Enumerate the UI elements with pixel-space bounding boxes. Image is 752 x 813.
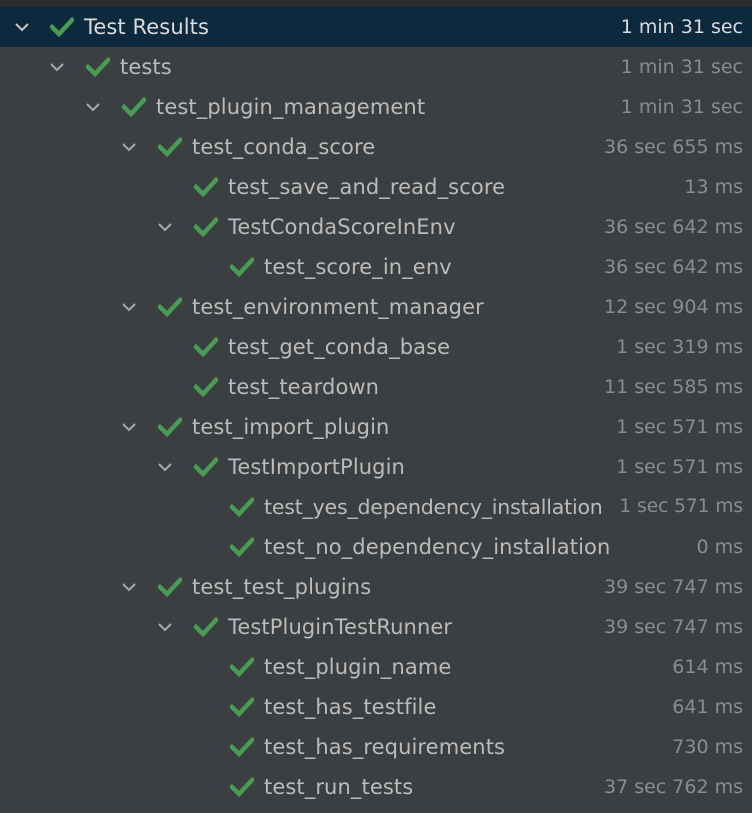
chevron-down-icon[interactable] <box>117 567 141 607</box>
chevron-down-icon[interactable] <box>117 287 141 327</box>
node-duration: 614 ms <box>672 656 743 678</box>
node-duration: 730 ms <box>672 736 743 758</box>
node-label: test_plugin_name <box>264 655 452 679</box>
tree-node-test-plugin-test-runner[interactable]: TestPluginTestRunner 39 sec 747 ms <box>0 607 752 647</box>
node-duration: 1 min 31 sec <box>620 56 743 78</box>
tree-node-test-results[interactable]: Test Results 1 min 31 sec <box>0 7 752 47</box>
node-label: test_environment_manager <box>192 295 484 319</box>
chevron-down-icon[interactable] <box>10 7 34 47</box>
check-icon <box>193 447 219 487</box>
tree-node-test-run-tests[interactable]: test_run_tests 37 sec 762 ms <box>0 767 752 807</box>
node-label: test_score_in_env <box>264 255 452 279</box>
node-label: test_get_conda_base <box>228 335 451 359</box>
check-icon <box>121 87 147 127</box>
test-results-tree: Test Results 1 min 31 sec tests 1 min 31… <box>0 0 752 813</box>
tree-node-test-conda-score-in-env[interactable]: TestCondaScoreInEnv 36 sec 642 ms <box>0 207 752 247</box>
node-duration: 36 sec 642 ms <box>603 256 743 278</box>
chevron-down-icon[interactable] <box>81 87 105 127</box>
node-duration: 37 sec 762 ms <box>603 776 743 798</box>
check-icon <box>229 487 255 527</box>
chevron-down-icon[interactable] <box>153 207 177 247</box>
node-label: test_test_plugins <box>192 575 372 599</box>
node-label: test_teardown <box>228 375 380 399</box>
tree-node-test-test-plugins[interactable]: test_test_plugins 39 sec 747 ms <box>0 567 752 607</box>
node-duration: 0 ms <box>696 536 743 558</box>
node-label: test_import_plugin <box>192 415 390 439</box>
check-icon <box>193 167 219 207</box>
check-icon <box>193 207 219 247</box>
tree-node-test-import-plugin-class[interactable]: TestImportPlugin 1 sec 571 ms <box>0 447 752 487</box>
tree-node-test-has-testfile[interactable]: test_has_testfile 641 ms <box>0 687 752 727</box>
check-icon <box>157 127 183 167</box>
node-duration: 13 ms <box>684 176 743 198</box>
node-label: test_no_dependency_installation <box>264 535 611 559</box>
check-icon <box>229 727 255 767</box>
node-duration: 36 sec 642 ms <box>603 216 743 238</box>
tree-node-test-no-dependency-installation[interactable]: test_no_dependency_installation 0 ms <box>0 527 752 567</box>
tree-node-test-yes-dependency-installation[interactable]: test_yes_dependency_installation 1 sec 5… <box>0 487 752 527</box>
tree-node-test-plugin-name[interactable]: test_plugin_name 614 ms <box>0 647 752 687</box>
check-icon <box>193 367 219 407</box>
node-duration: 1 sec 571 ms <box>616 456 743 478</box>
tree-node-test-teardown[interactable]: test_teardown 11 sec 585 ms <box>0 367 752 407</box>
node-duration: 36 sec 655 ms <box>603 136 743 158</box>
check-icon <box>157 567 183 607</box>
node-duration: 1 min 31 sec <box>620 96 743 118</box>
tree-node-test-environment-manager[interactable]: test_environment_manager 12 sec 904 ms <box>0 287 752 327</box>
node-duration: 39 sec 747 ms <box>603 576 743 598</box>
check-icon <box>157 407 183 447</box>
chevron-down-icon[interactable] <box>45 47 69 87</box>
check-icon <box>49 7 75 47</box>
check-icon <box>85 47 111 87</box>
node-duration: 1 min 31 sec <box>620 16 743 38</box>
tree-node-test-save-and-read-score[interactable]: test_save_and_read_score 13 ms <box>0 167 752 207</box>
node-label: tests <box>120 55 172 79</box>
node-duration: 11 sec 585 ms <box>603 376 743 398</box>
check-icon <box>193 327 219 367</box>
chevron-down-icon[interactable] <box>153 447 177 487</box>
chevron-down-icon[interactable] <box>153 607 177 647</box>
node-label: TestImportPlugin <box>228 455 405 479</box>
chevron-down-icon[interactable] <box>117 127 141 167</box>
node-label: test_has_requirements <box>264 735 506 759</box>
node-label: Test Results <box>84 15 210 39</box>
check-icon <box>157 287 183 327</box>
tree-node-test-get-conda-base[interactable]: test_get_conda_base 1 sec 319 ms <box>0 327 752 367</box>
node-label: test_save_and_read_score <box>228 175 506 199</box>
node-label: test_yes_dependency_installation <box>264 495 603 519</box>
check-icon <box>229 247 255 287</box>
tree-node-tests[interactable]: tests 1 min 31 sec <box>0 47 752 87</box>
check-icon <box>193 607 219 647</box>
node-duration: 1 sec 571 ms <box>616 416 743 438</box>
tree-node-test-score-in-env[interactable]: test_score_in_env 36 sec 642 ms <box>0 247 752 287</box>
check-icon <box>229 687 255 727</box>
node-label: TestCondaScoreInEnv <box>228 215 456 239</box>
tree-node-test-import-plugin[interactable]: test_import_plugin 1 sec 571 ms <box>0 407 752 447</box>
check-icon <box>229 527 255 567</box>
node-duration: 641 ms <box>672 696 743 718</box>
tree-node-test-has-requirements[interactable]: test_has_requirements 730 ms <box>0 727 752 767</box>
node-label: TestPluginTestRunner <box>228 615 453 639</box>
check-icon <box>229 767 255 807</box>
tree-node-test-plugin-management[interactable]: test_plugin_management 1 min 31 sec <box>0 87 752 127</box>
tree-node-test-conda-score[interactable]: test_conda_score 36 sec 655 ms <box>0 127 752 167</box>
node-label: test_plugin_management <box>156 95 426 119</box>
check-icon <box>229 647 255 687</box>
node-duration: 39 sec 747 ms <box>603 616 743 638</box>
chevron-down-icon[interactable] <box>117 407 141 447</box>
node-duration: 1 sec 571 ms <box>619 496 743 517</box>
node-label: test_run_tests <box>264 775 414 799</box>
node-label: test_conda_score <box>192 135 376 159</box>
node-duration: 12 sec 904 ms <box>603 296 743 318</box>
node-label: test_has_testfile <box>264 695 437 719</box>
node-duration: 1 sec 319 ms <box>616 336 743 358</box>
